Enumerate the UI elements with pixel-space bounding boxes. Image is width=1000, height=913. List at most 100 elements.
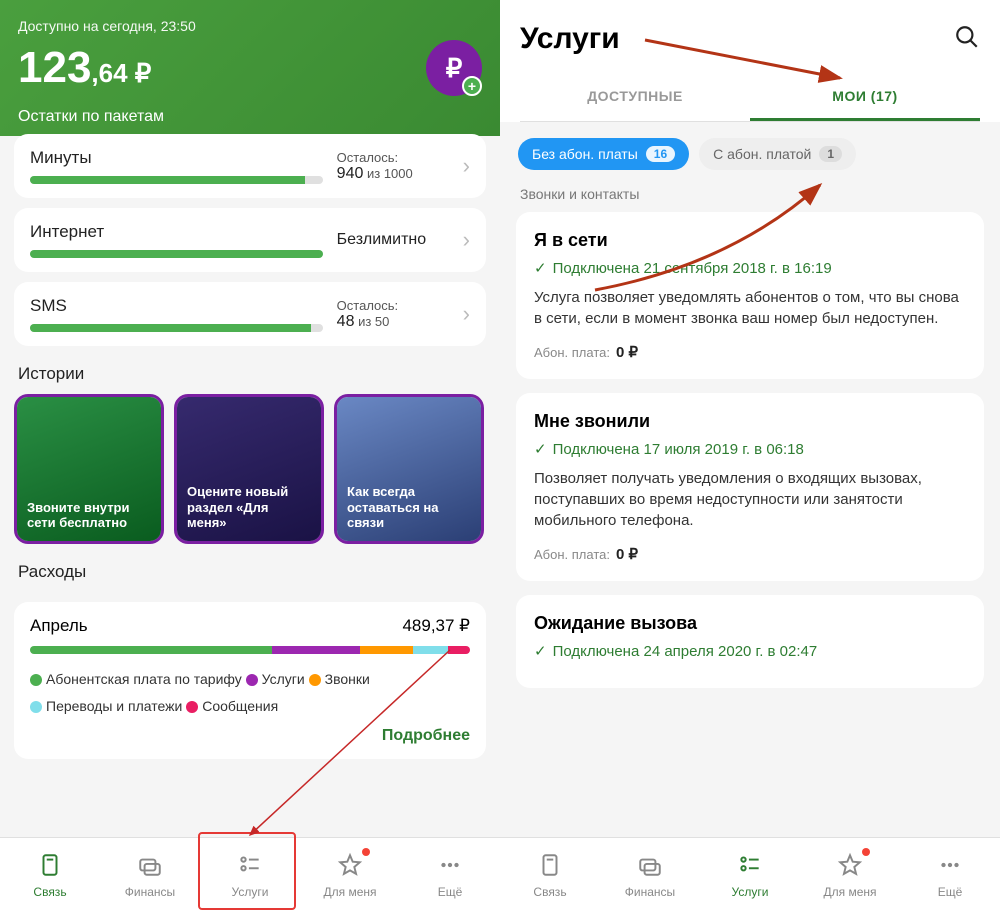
package-name: Интернет — [30, 222, 323, 242]
service-name: Мне звонили — [534, 411, 966, 432]
package-name: SMS — [30, 296, 323, 316]
tab-label: Ещё — [438, 885, 463, 899]
package-row[interactable]: Минуты Осталось:940 из 1000› — [14, 134, 486, 198]
more-icon — [937, 852, 963, 881]
chevron-right-icon: › — [463, 301, 470, 327]
cards-icon — [137, 852, 163, 881]
tabbar: Связь Финансы Услуги Для меня Ещё — [500, 837, 1000, 913]
tab-ещё[interactable]: Ещё — [400, 838, 500, 913]
story-card[interactable]: Как всегда оставаться на связи — [334, 394, 484, 544]
tab-label: Финансы — [625, 885, 675, 899]
search-icon — [954, 24, 980, 50]
sim-icon — [37, 852, 63, 881]
spend-more-link[interactable]: Подробнее — [30, 727, 470, 745]
group-heading: Звонки и контакты — [520, 186, 980, 202]
star-icon — [337, 852, 363, 881]
story-caption: Как всегда оставаться на связи — [347, 484, 471, 531]
pill-no-fee[interactable]: Без абон. платы 16 — [518, 138, 689, 170]
legend-item: Сообщения — [186, 698, 278, 714]
service-card[interactable]: Ожидание вызова Подключена 24 апреля 2020… — [516, 595, 984, 688]
tabbar: Связь Финансы Услуги Для меня Ещё — [0, 837, 500, 913]
service-name: Я в сети — [534, 230, 966, 251]
package-row[interactable]: ИнтернетБезлимитно › — [14, 208, 486, 272]
package-value: Осталось:940 из 1000 — [337, 150, 457, 183]
tab-label: Связь — [533, 885, 566, 899]
available-until: Доступно на сегодня, 23:50 — [18, 18, 482, 34]
story-caption: Оцените новый раздел «Для меня» — [187, 484, 311, 531]
spend-title: Расходы — [18, 562, 482, 582]
tab-услуги[interactable]: Услуги — [700, 838, 800, 913]
services-icon — [237, 852, 263, 881]
story-caption: Звоните внутри сети бесплатно — [27, 500, 151, 531]
service-fee: Абон. плата:0 ₽ — [534, 343, 966, 361]
package-row[interactable]: SMS Осталось:48 из 50› — [14, 282, 486, 346]
service-fee: Абон. плата:0 ₽ — [534, 545, 966, 563]
legend-item: Услуги — [246, 671, 309, 687]
service-connected: Подключена 21 сентября 2018 г. в 16:19 — [534, 259, 966, 277]
cards-icon — [637, 852, 663, 881]
spend-legend: Абонентская плата по тарифу Услуги Звонк… — [30, 666, 470, 719]
screen-services: Услуги ДОСТУПНЫЕ МОИ (17) Без абон. плат… — [500, 0, 1000, 913]
package-bar — [30, 176, 323, 184]
service-description: Услуга позволяет уведомлять абонентов о … — [534, 287, 966, 329]
tab-финансы[interactable]: Финансы — [100, 838, 200, 913]
package-bar — [30, 324, 323, 332]
services-tabs: ДОСТУПНЫЕ МОИ (17) — [520, 74, 980, 122]
tab-my[interactable]: МОИ (17) — [750, 74, 980, 121]
tab-ещё[interactable]: Ещё — [900, 838, 1000, 913]
page-title: Услуги — [520, 22, 620, 56]
service-card[interactable]: Мне звонили Подключена 17 июля 2019 г. в … — [516, 393, 984, 581]
notification-dot — [362, 848, 370, 856]
search-button[interactable] — [954, 24, 980, 55]
legend-item: Звонки — [309, 671, 370, 687]
tab-label: Для меня — [323, 885, 376, 899]
package-bar — [30, 250, 323, 258]
legend-item: Переводы и платежи — [30, 698, 186, 714]
tab-финансы[interactable]: Финансы — [600, 838, 700, 913]
tab-связь[interactable]: Связь — [0, 838, 100, 913]
topup-button[interactable]: ₽ + — [426, 40, 482, 96]
service-connected: Подключена 24 апреля 2020 г. в 02:47 — [534, 642, 966, 660]
star-icon — [837, 852, 863, 881]
filter-pills: Без абон. платы 16 С абон. платой 1 — [500, 122, 1000, 180]
spend-amount: 489,37 ₽ — [402, 616, 470, 636]
more-icon — [437, 852, 463, 881]
tab-для меня[interactable]: Для меня — [300, 838, 400, 913]
tab-label: Ещё — [938, 885, 963, 899]
tab-услуги[interactable]: Услуги — [200, 838, 300, 913]
balance-hero: Доступно на сегодня, 23:50 123,64 ₽ ₽ + … — [0, 0, 500, 136]
tab-label: Услуги — [232, 885, 269, 899]
spend-bar — [30, 646, 470, 654]
chevron-right-icon: › — [463, 153, 470, 179]
sim-icon — [537, 852, 563, 881]
pill-with-fee[interactable]: С абон. платой 1 — [699, 138, 856, 170]
tab-available[interactable]: ДОСТУПНЫЕ — [520, 74, 750, 121]
packages-title: Остатки по пакетам — [18, 108, 482, 126]
balance-amount[interactable]: 123,64 ₽ — [18, 43, 151, 93]
service-card[interactable]: Я в сети Подключена 21 сентября 2018 г. в… — [516, 212, 984, 379]
stories-row[interactable]: Звоните внутри сети бесплатно Оцените нов… — [0, 394, 500, 544]
tab-связь[interactable]: Связь — [500, 838, 600, 913]
services-icon — [737, 852, 763, 881]
services-header: Услуги ДОСТУПНЫЕ МОИ (17) — [500, 0, 1000, 122]
spend-card[interactable]: Апрель 489,37 ₽ Абонентская плата по тар… — [14, 602, 486, 759]
story-card[interactable]: Звоните внутри сети бесплатно — [14, 394, 164, 544]
notification-dot — [862, 848, 870, 856]
story-card[interactable]: Оцените новый раздел «Для меня» — [174, 394, 324, 544]
plus-icon: + — [462, 76, 482, 96]
tab-для меня[interactable]: Для меня — [800, 838, 900, 913]
stories-title: Истории — [18, 364, 482, 384]
chevron-right-icon: › — [463, 227, 470, 253]
screen-main: Доступно на сегодня, 23:50 123,64 ₽ ₽ + … — [0, 0, 500, 913]
tab-label: Связь — [33, 885, 66, 899]
tab-label: Услуги — [732, 885, 769, 899]
service-connected: Подключена 17 июля 2019 г. в 06:18 — [534, 440, 966, 458]
service-name: Ожидание вызова — [534, 613, 966, 634]
legend-item: Абонентская плата по тарифу — [30, 671, 246, 687]
tab-label: Финансы — [125, 885, 175, 899]
package-value: Осталось:48 из 50 — [337, 298, 457, 331]
tab-label: Для меня — [823, 885, 876, 899]
spend-month: Апрель — [30, 616, 88, 636]
service-description: Позволяет получать уведомления о входящи… — [534, 468, 966, 531]
package-name: Минуты — [30, 148, 323, 168]
